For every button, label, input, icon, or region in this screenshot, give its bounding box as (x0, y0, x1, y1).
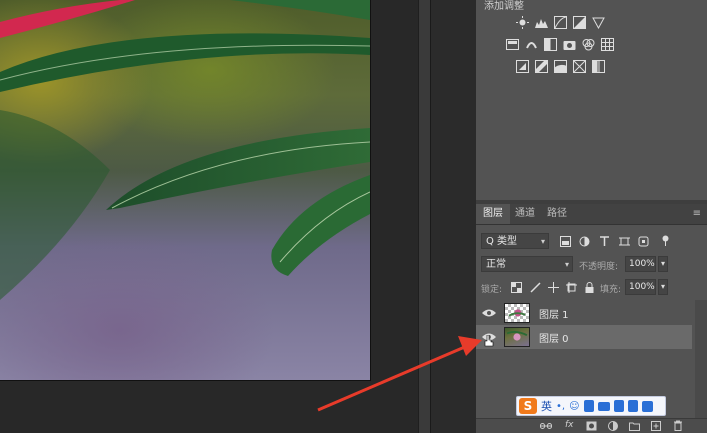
layer-1-name: 图层 1 (539, 310, 569, 321)
filter-type-icon[interactable] (599, 236, 610, 247)
skin-icon[interactable] (613, 400, 624, 412)
smiley-icon[interactable]: ☺ (569, 401, 579, 412)
mask-icon[interactable] (586, 421, 597, 431)
fx-icon[interactable]: fx (565, 420, 574, 430)
leaf-artwork (0, 0, 370, 300)
adjustments-row-1 (516, 16, 605, 29)
panel-dock-divider[interactable] (430, 0, 477, 433)
photo-filter-icon[interactable] (563, 38, 576, 51)
opacity-field[interactable]: 100% (625, 256, 656, 272)
black-white-icon[interactable] (544, 38, 557, 51)
vibrance-triangle-icon[interactable] (592, 16, 605, 29)
filter-adjustment-icon[interactable] (579, 236, 590, 247)
fill-field[interactable]: 100% (625, 279, 656, 295)
ime-mode-label[interactable]: 英 (541, 398, 552, 414)
layer-1-thumbnail (504, 303, 530, 323)
panel-menu-icon[interactable]: ≡ (693, 208, 701, 219)
adjustments-row-3 (516, 60, 605, 73)
adjustments-title: 添加调整 (484, 1, 524, 12)
keyboard-icon[interactable] (597, 401, 610, 411)
mouse-cursor-hand-icon (484, 332, 494, 347)
selective-color-icon[interactable] (573, 60, 586, 73)
canvas-photo[interactable] (0, 0, 371, 381)
eye-visibility-icon[interactable] (482, 307, 496, 319)
link-icon[interactable] (540, 421, 552, 431)
layer-row-layer-1[interactable]: 图层 1 (476, 301, 692, 325)
filter-smart-object-icon[interactable] (638, 236, 649, 247)
opacity-dropdown[interactable]: ▾ (658, 256, 668, 272)
layers-panel-tabs: 图层 通道 路径 ≡ (476, 204, 707, 225)
filter-toggle-icon[interactable] (660, 235, 671, 246)
chevron-down-icon: ▾ (540, 237, 545, 246)
layers-bottom-toolbar: fx (476, 418, 707, 433)
filter-pixel-icon[interactable] (560, 236, 571, 247)
layer-filter-select[interactable]: Q 类型 ▾ (481, 233, 549, 249)
right-panels: 添加调整 图层 通道 路径 ≡ Q 类型 ▾ 正常 ▾ 不透明度: 100% ▾… (476, 0, 707, 433)
grid-menu-icon[interactable] (641, 400, 653, 412)
tab-paths[interactable]: 路径 (540, 204, 574, 224)
sogou-logo-icon[interactable]: S (519, 398, 537, 414)
lock-label: 锁定: (481, 285, 503, 295)
layer-0-thumbnail (504, 327, 530, 347)
lock-transparent-icon[interactable] (511, 282, 522, 293)
tab-channels[interactable]: 通道 (508, 204, 542, 224)
blend-mode-select[interactable]: 正常 ▾ (481, 256, 573, 272)
threshold-icon[interactable] (554, 60, 567, 73)
filter-shape-icon[interactable] (619, 236, 630, 247)
hue-saturation-icon[interactable] (506, 38, 519, 51)
layers-scrollbar[interactable] (695, 300, 707, 420)
color-lookup-icon[interactable] (601, 38, 614, 51)
trash-icon[interactable] (673, 420, 683, 431)
adjustments-panel: 添加调整 (476, 0, 707, 201)
chevron-down-icon: ▾ (564, 260, 569, 269)
ime-toolbar[interactable]: S 英 •, ☺ (516, 396, 666, 416)
ime-punctuation-toggle[interactable]: •, (556, 401, 565, 412)
gradient-map-icon[interactable] (592, 60, 605, 73)
shirt-icon[interactable] (627, 400, 638, 412)
new-layer-icon[interactable] (651, 421, 661, 431)
document-canvas-area[interactable] (0, 0, 431, 433)
lock-position-move-icon[interactable] (548, 282, 559, 293)
layer-filter-label: Q 类型 (486, 236, 518, 247)
posterize-icon[interactable] (535, 60, 548, 73)
group-folder-icon[interactable] (629, 421, 640, 431)
adjustment-layer-icon[interactable] (608, 421, 618, 431)
microphone-icon[interactable] (583, 400, 594, 412)
lock-artboard-icon[interactable] (566, 282, 577, 293)
fill-dropdown[interactable]: ▾ (658, 279, 668, 295)
color-balance-icon[interactable] (525, 38, 538, 51)
exposure-icon[interactable] (573, 16, 586, 29)
fill-label: 填充: (600, 285, 622, 295)
lock-all-icon[interactable] (584, 282, 595, 293)
adjustments-row-2 (506, 38, 614, 51)
blend-mode-value: 正常 (486, 259, 506, 270)
lock-image-brush-icon[interactable] (530, 282, 541, 293)
curves-icon[interactable] (554, 16, 567, 29)
levels-icon[interactable] (535, 16, 548, 29)
invert-icon[interactable] (516, 60, 529, 73)
layer-row-layer-0[interactable]: 图层 0 (476, 325, 692, 349)
brightness-icon[interactable] (516, 16, 529, 29)
tab-layers[interactable]: 图层 (476, 204, 510, 224)
layer-0-name: 图层 0 (539, 334, 569, 345)
opacity-label: 不透明度: (579, 262, 619, 272)
channel-mixer-icon[interactable] (582, 38, 595, 51)
